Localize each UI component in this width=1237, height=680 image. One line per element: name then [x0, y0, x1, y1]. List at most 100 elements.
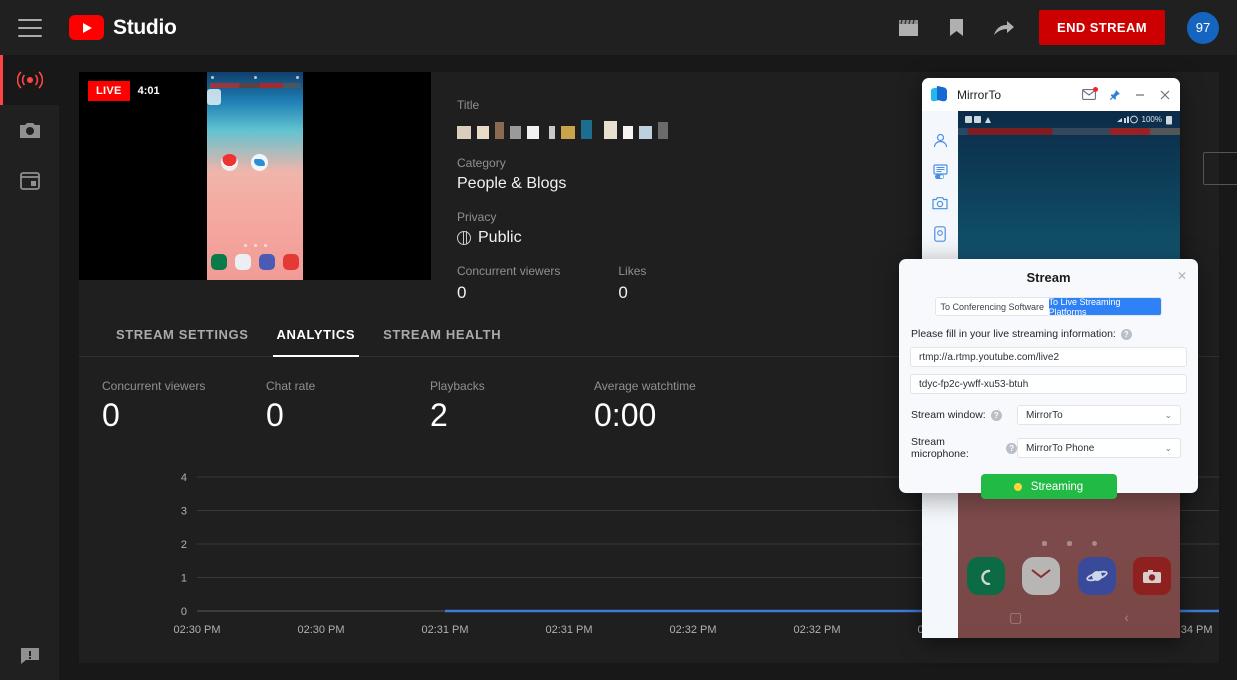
- stream-stats: Concurrent viewers 0 Likes 0: [457, 264, 901, 303]
- mail-icon[interactable]: [1082, 87, 1098, 100]
- account-icon[interactable]: [922, 125, 958, 156]
- widget-icon: [207, 89, 221, 105]
- stream-microphone-label: Stream microphone: ?: [911, 436, 1017, 460]
- metric-value: 2: [430, 397, 448, 433]
- status-left-icons: [965, 115, 995, 124]
- category-label: Category: [457, 156, 506, 170]
- rtmp-url-input[interactable]: [910, 347, 1187, 367]
- chart-x-tick: 02:30 PM: [297, 624, 344, 636]
- screenshot-icon[interactable]: [922, 187, 958, 218]
- phone-status-bar: [207, 72, 303, 82]
- chart-x-tick: 02:31 PM: [545, 624, 592, 636]
- hidden-panel-button[interactable]: [1203, 152, 1237, 185]
- close-icon[interactable]: [1159, 89, 1171, 101]
- concurrent-viewers-stat: Concurrent viewers 0: [457, 264, 560, 303]
- stream-info: Title Category People & Blogs Privacy Pu…: [431, 72, 901, 314]
- category-value: People & Blogs: [457, 175, 567, 192]
- stream-key-input[interactable]: [910, 374, 1187, 394]
- left-sidebar: [0, 55, 59, 680]
- phone-dock: [207, 250, 303, 274]
- pin-icon[interactable]: [1109, 89, 1121, 101]
- stream-target-toggle: To Conferencing Software To Live Streami…: [935, 297, 1162, 316]
- toggle-live-streaming-platforms[interactable]: To Live Streaming Platforms: [1048, 298, 1161, 315]
- chevron-down-icon: ⌄: [1164, 409, 1172, 420]
- stream-dialog-title: Stream: [1026, 270, 1071, 285]
- live-badge: LIVE 4:01: [88, 81, 168, 101]
- help-icon[interactable]: ?: [990, 409, 1002, 421]
- tab-stream-health[interactable]: STREAM HEALTH: [369, 313, 515, 357]
- phone-notification-bar: [210, 83, 300, 88]
- mirrorto-logo-icon: [931, 85, 948, 103]
- bookmark-icon[interactable]: [943, 15, 969, 41]
- camera-icon[interactable]: [1133, 557, 1172, 595]
- messages-icon[interactable]: [1022, 557, 1061, 595]
- likes-stat: Likes 0: [618, 264, 646, 303]
- stream-preview[interactable]: LIVE 4:01: [79, 72, 431, 280]
- chart-x-tick: 02:32 PM: [669, 624, 716, 636]
- metric-value: 0:00: [594, 397, 657, 433]
- internet-icon[interactable]: [1077, 557, 1116, 595]
- back-icon[interactable]: ‹: [1124, 609, 1129, 625]
- phone-icon[interactable]: [966, 557, 1005, 595]
- notification-badge: [1093, 87, 1098, 92]
- live-elapsed: 4:01: [129, 81, 168, 101]
- help-icon[interactable]: ?: [1006, 442, 1017, 454]
- minimize-icon[interactable]: [1134, 89, 1146, 101]
- mirrorto-window-controls: [1082, 87, 1171, 101]
- pokeball-app-icon: [221, 154, 238, 171]
- feedback-icon[interactable]: [0, 647, 59, 665]
- phone-preview-screen: [207, 72, 303, 280]
- sidebar-item-live[interactable]: [0, 55, 59, 105]
- camera-icon: [283, 254, 299, 270]
- title-value-redacted: [457, 117, 901, 139]
- streaming-button[interactable]: Streaming: [980, 474, 1117, 499]
- recents-icon[interactable]: ▢: [1009, 609, 1022, 626]
- category-group: Category People & Blogs: [457, 156, 901, 193]
- metric-label: Chat rate: [266, 379, 316, 393]
- studio-brand[interactable]: Studio: [69, 15, 177, 40]
- stream-dialog: Stream ✕ To Conferencing Software To Liv…: [899, 259, 1198, 499]
- share-icon[interactable]: [991, 15, 1017, 41]
- battery-percent: 100%: [1141, 115, 1162, 124]
- chart-y-tick: 4: [181, 472, 187, 484]
- chart-y-tick: 2: [181, 539, 187, 551]
- avatar[interactable]: 97: [1187, 11, 1219, 44]
- privacy-group: Privacy Public: [457, 210, 901, 247]
- concurrent-viewers-label: Concurrent viewers: [457, 264, 561, 278]
- mirrorto-app-name: MirrorTo: [957, 87, 1001, 102]
- clapperboard-icon[interactable]: [895, 15, 921, 41]
- page-indicator: [958, 541, 1180, 546]
- close-icon[interactable]: ✕: [1177, 269, 1187, 283]
- stream-microphone-select[interactable]: MirrorTo Phone ⌄: [1017, 438, 1181, 458]
- notification-toggle-icon[interactable]: [922, 156, 958, 187]
- sidebar-item-camera[interactable]: [0, 105, 59, 155]
- tab-analytics[interactable]: ANALYTICS: [263, 313, 370, 357]
- stream-microphone-row: Stream microphone: ? MirrorTo Phone ⌄: [911, 436, 1198, 460]
- toggle-conferencing-software[interactable]: To Conferencing Software: [936, 298, 1049, 315]
- chart-y-tick: 3: [181, 506, 187, 518]
- internet-icon: [259, 254, 275, 270]
- help-icon[interactable]: ?: [1120, 328, 1132, 340]
- phone-record-icon[interactable]: [922, 218, 958, 249]
- likes-value: 0: [618, 283, 628, 302]
- streaming-status-dot: [1013, 482, 1022, 491]
- globe-icon: [457, 230, 471, 245]
- chart-y-tick: 1: [181, 573, 187, 585]
- stream-window-select[interactable]: MirrorTo ⌄: [1017, 405, 1181, 425]
- app-root: Studio END STREAM 97 LIVE 4:01 Title Cat…: [0, 0, 1237, 680]
- chart-y-tick: 0: [181, 606, 187, 618]
- stream-dialog-hint: Please fill in your live streaming infor…: [911, 328, 1198, 340]
- likes-label: Likes: [618, 264, 647, 278]
- mirrorto-titlebar[interactable]: MirrorTo: [922, 78, 1180, 111]
- app-icon: [251, 154, 268, 171]
- hamburger-icon[interactable]: [18, 18, 42, 37]
- tab-stream-settings[interactable]: STREAM SETTINGS: [102, 313, 263, 357]
- metric-average-watchtime: Average watchtime 0:00: [594, 379, 758, 431]
- page-indicator: [207, 244, 303, 247]
- chart-x-tick: 02:32 PM: [793, 624, 840, 636]
- stream-window-row: Stream window: ? MirrorTo ⌄: [911, 405, 1198, 425]
- end-stream-button[interactable]: END STREAM: [1039, 10, 1165, 45]
- sidebar-item-schedule[interactable]: [0, 155, 59, 205]
- status-right-icons: 100%: [1116, 115, 1173, 125]
- label-text: Stream window:: [911, 409, 986, 421]
